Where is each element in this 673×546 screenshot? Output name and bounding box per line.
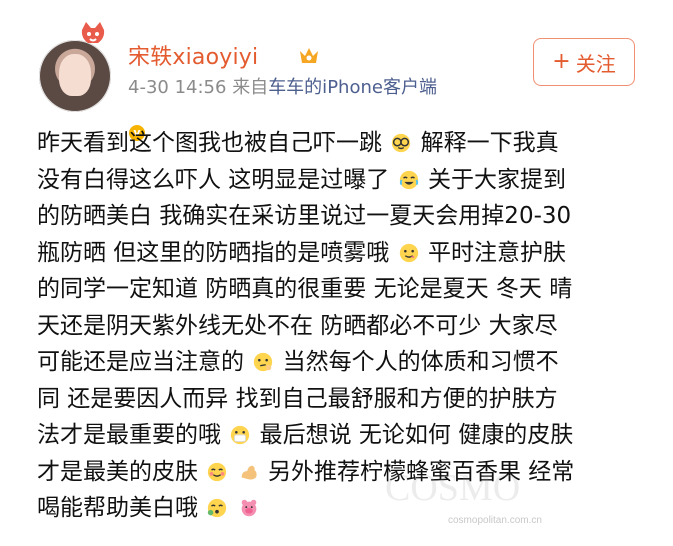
text-segment: 昨天看到这个图我也被自己吓一跳 (37, 130, 382, 156)
source-link[interactable]: 车车的iPhone客户端 (268, 77, 437, 98)
text-segment: 同 还是要因人而异 找到自己最舒服和方便的护肤方 (37, 385, 558, 412)
content-line: 同 还是要因人而异 找到自己最舒服和方便的护肤方 (37, 382, 647, 419)
mask-emoji-icon (231, 425, 250, 445)
follow-button[interactable]: + 关注 (533, 38, 635, 86)
post-content: 昨天看到这个图我也被自己吓一跳 解释一下我真 没有白得这么吓人 这明显是过曝了 … (37, 126, 647, 528)
text-segment: 最后想说 无论如何 健康的皮肤 (259, 422, 574, 448)
user-name[interactable]: 宋轶xiaoyiyi (128, 44, 258, 72)
source-prefix: 来自 (232, 77, 269, 98)
follow-button-label: 关注 (575, 51, 616, 76)
post-meta: 4-30 14:56 来自车车的iPhone客户端 (128, 76, 437, 100)
content-line: 昨天看到这个图我也被自己吓一跳 解释一下我真 (37, 126, 647, 163)
text-segment: 关于大家提到 (427, 166, 566, 193)
text-segment: 的防晒美白 我确实在采访里说过一夏天会用掉20-30 (37, 203, 572, 229)
text-segment: 天还是阴天紫外线无处不在 防晒都必不可少 大家尽 (37, 312, 558, 339)
timestamp: 4-30 14:56 (128, 77, 227, 98)
content-line: 才是最美的皮肤 另外推荐柠檬蜂蜜百香果 经常 (37, 455, 647, 492)
fox-badge-icon (81, 22, 105, 43)
pig-emoji-icon (241, 499, 256, 517)
content-line: 法才是最重要的哦 最后想说 无论如何 健康的皮肤 (37, 418, 647, 455)
text-segment: 才是最美的皮肤 (37, 458, 198, 485)
content-line: 的同学一定知道 防晒真的很重要 无论是夏天 冬天 晴 (37, 272, 647, 309)
text-segment: 平时注意护肤 (427, 239, 566, 266)
watermark-url: cosmopolitan.com.cn (448, 515, 542, 526)
text-segment: 喝能帮助美白哦 (37, 495, 198, 521)
content-line: 的防晒美白 我确实在采访里说过一夏天会用掉20-30 (37, 199, 647, 236)
text-segment: 没有白得这么吓人 这明显是过曝了 (37, 166, 390, 193)
thinking-emoji-icon (254, 352, 273, 372)
laugh-cry-emoji-icon (399, 170, 418, 189)
content-line: 没有白得这么吓人 这明显是过曝了 关于大家提到 (37, 163, 647, 200)
weibo-post: v 宋轶xiaoyiyi 4-30 14:56 来自车车的iPhone客户端 +… (0, 0, 673, 546)
text-segment: 的同学一定知道 防晒真的很重要 无论是夏天 冬天 晴 (37, 276, 573, 302)
glasses-emoji-icon (392, 133, 411, 153)
content-line: 天还是阴天紫外线无处不在 防晒都必不可少 大家尽 (37, 309, 647, 346)
content-line: 可能还是应当注意的 当然每个人的体质和习惯不 (37, 345, 647, 382)
avatar-face (59, 54, 91, 96)
content-line: 喝能帮助美白哦 (37, 491, 647, 528)
kiss-emoji-icon (208, 498, 227, 518)
text-segment: 当然每个人的体质和习惯不 (282, 349, 559, 375)
text-segment: 可能还是应当注意的 (37, 349, 244, 375)
text-segment: 法才是最重要的哦 (37, 422, 221, 448)
muscle-emoji-icon (241, 465, 257, 480)
avatar[interactable]: v (39, 40, 147, 143)
text-segment: 解释一下我真 (420, 130, 559, 156)
yummy-emoji-icon (399, 243, 418, 262)
text-segment: 另外推荐柠檬蜂蜜百香果 经常 (267, 458, 575, 485)
smile-emoji-icon (208, 462, 227, 481)
text-segment: 瓶防晒 但这里的防晒指的是喷雾哦 (37, 239, 390, 266)
vip-crown-icon (300, 48, 318, 63)
follow-plus-icon: + (552, 49, 571, 74)
content-line: 瓶防晒 但这里的防晒指的是喷雾哦 平时注意护肤 (37, 236, 647, 273)
